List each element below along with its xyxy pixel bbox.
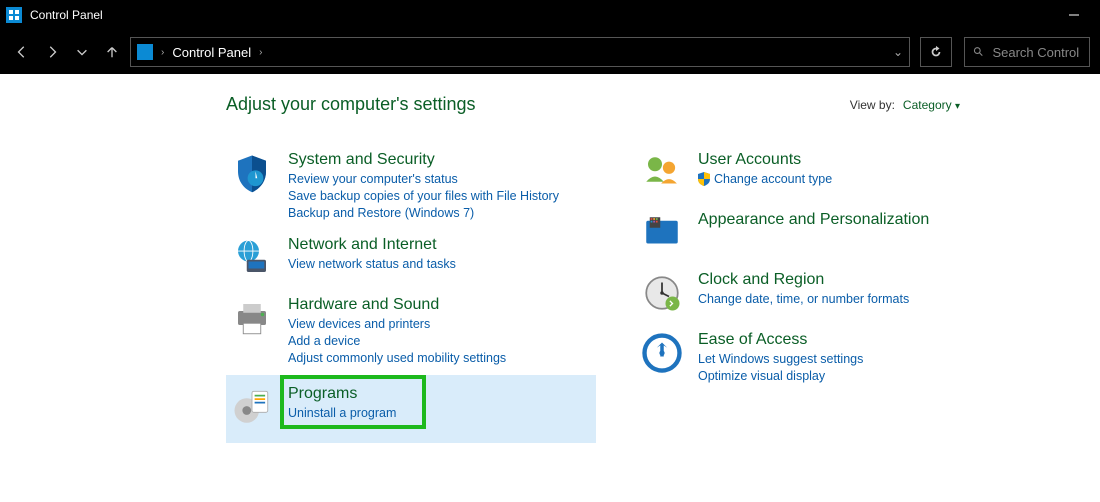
clock-icon — [640, 271, 684, 315]
search-box[interactable] — [964, 37, 1090, 67]
category-sublink[interactable]: Backup and Restore (Windows 7) — [288, 206, 559, 220]
search-icon — [973, 45, 984, 59]
recent-dropdown[interactable] — [70, 40, 94, 64]
ease-of-access-icon — [640, 331, 684, 375]
titlebar: Control Panel — [0, 0, 1100, 30]
address-path: Control Panel — [172, 45, 251, 60]
category-sublink[interactable]: Uninstall a program — [288, 406, 396, 420]
navigation-bar: › Control Panel › ⌄ — [0, 30, 1100, 74]
programs-icon — [230, 385, 274, 429]
category-title-link[interactable]: Ease of Access — [698, 331, 863, 349]
right-column: User Accounts Change account type Appear… — [636, 145, 1016, 443]
forward-button[interactable] — [40, 40, 64, 64]
refresh-button[interactable] — [920, 37, 952, 67]
content-area: Adjust your computer's settings View by:… — [0, 74, 1100, 463]
view-by-control[interactable]: View by: Category ▾ — [850, 98, 960, 112]
category-ease-of-access: Ease of Access Let Windows suggest setti… — [636, 325, 1016, 393]
view-by-value[interactable]: Category ▾ — [903, 98, 960, 112]
address-icon — [137, 44, 153, 60]
control-panel-icon — [6, 7, 22, 23]
category-sublink[interactable]: View devices and printers — [288, 317, 506, 331]
back-button[interactable] — [10, 40, 34, 64]
category-title-link[interactable]: User Accounts — [698, 151, 832, 169]
search-input[interactable] — [992, 45, 1081, 60]
shield-icon — [230, 151, 274, 195]
personalization-icon — [640, 211, 684, 255]
uac-shield-icon — [698, 172, 710, 186]
category-title-link[interactable]: Appearance and Personalization — [698, 211, 929, 229]
category-title-link[interactable]: Programs — [288, 385, 396, 403]
view-by-label: View by: — [850, 98, 895, 112]
category-sublink[interactable]: Adjust commonly used mobility settings — [288, 351, 506, 365]
up-button[interactable] — [100, 40, 124, 64]
category-sublink[interactable]: Optimize visual display — [698, 369, 863, 383]
category-sublink[interactable]: Review your computer's status — [288, 172, 559, 186]
category-sublink[interactable]: Change account type — [714, 172, 832, 186]
category-sublink[interactable]: Let Windows suggest settings — [698, 352, 863, 366]
category-title-link[interactable]: System and Security — [288, 151, 559, 169]
category-title-link[interactable]: Clock and Region — [698, 271, 909, 289]
category-system-security: System and Security Review your computer… — [226, 145, 596, 230]
address-bar[interactable]: › Control Panel › ⌄ — [130, 37, 910, 67]
globe-network-icon — [230, 236, 274, 280]
category-sublink[interactable]: View network status and tasks — [288, 257, 456, 271]
chevron-right-icon: › — [259, 47, 262, 58]
category-sublink[interactable]: Add a device — [288, 334, 506, 348]
minimize-button[interactable] — [1054, 0, 1094, 30]
category-title-link[interactable]: Network and Internet — [288, 236, 456, 254]
left-column: System and Security Review your computer… — [226, 145, 596, 443]
category-clock: Clock and Region Change date, time, or n… — [636, 265, 1016, 325]
users-icon — [640, 151, 684, 195]
category-hardware: Hardware and Sound View devices and prin… — [226, 290, 596, 375]
chevron-down-icon[interactable]: ⌄ — [893, 45, 903, 59]
page-heading: Adjust your computer's settings — [226, 94, 476, 115]
chevron-down-icon: ▾ — [955, 101, 960, 112]
category-user-accounts: User Accounts Change account type — [636, 145, 1016, 205]
window-title: Control Panel — [30, 8, 103, 22]
chevron-right-icon: › — [161, 47, 164, 58]
category-sublink[interactable]: Change date, time, or number formats — [698, 292, 909, 306]
printer-icon — [230, 296, 274, 340]
category-programs[interactable]: Programs Uninstall a program — [226, 375, 596, 443]
category-network: Network and Internet View network status… — [226, 230, 596, 290]
category-sublink[interactable]: Save backup copies of your files with Fi… — [288, 189, 559, 203]
category-title-link[interactable]: Hardware and Sound — [288, 296, 506, 314]
category-appearance: Appearance and Personalization — [636, 205, 1016, 265]
